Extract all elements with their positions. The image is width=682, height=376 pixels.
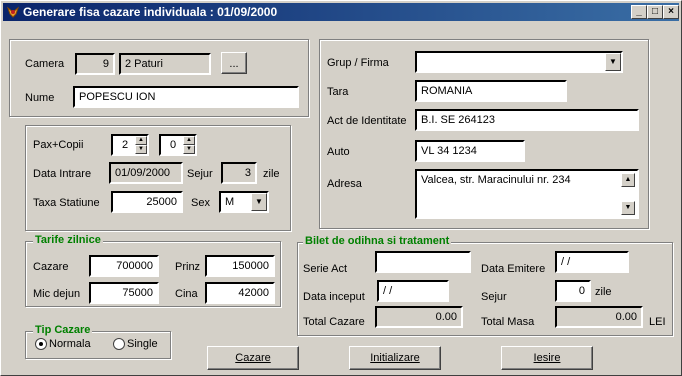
nume-field[interactable]: POPESCU ION <box>73 86 299 108</box>
mic-dejun-label: Mic dejun <box>33 288 81 300</box>
tara-field[interactable]: ROMANIA <box>415 80 567 102</box>
cazare-button[interactable]: Cazare <box>207 346 299 370</box>
grup-firma-label: Grup / Firma <box>327 57 389 69</box>
total-cazare-field: 0.00 <box>375 306 463 328</box>
app-icon <box>6 6 20 18</box>
cazare-rate-label: Cazare <box>33 261 69 273</box>
auto-field[interactable]: VL 34 1234 <box>415 140 525 162</box>
bilet-zile-label: zile <box>595 286 612 298</box>
prinz-label: Prinz <box>175 261 201 273</box>
bilet-sejur-label: Sejur <box>481 291 507 303</box>
grup-firma-select[interactable]: ▼ <box>415 51 623 73</box>
taxa-statiune-field[interactable]: 25000 <box>111 191 183 213</box>
spin-up-icon[interactable]: ▲ <box>183 136 195 145</box>
auto-label: Auto <box>327 146 350 158</box>
tara-label: Tara <box>327 86 349 98</box>
copii-spinner[interactable]: ▲ ▼ <box>183 136 195 154</box>
serie-act-field[interactable] <box>375 251 471 273</box>
bilet-title: Bilet de odihna si tratament <box>303 235 452 247</box>
camera-label: Camera <box>25 58 65 70</box>
act-identitate-field[interactable]: B.I. SE 264123 <box>415 109 639 131</box>
zile-label: zile <box>263 168 280 180</box>
window-title: Generare fisa cazare individuala : 01/09… <box>23 5 278 19</box>
normala-label[interactable]: Normala <box>49 337 91 351</box>
total-cazare-label: Total Cazare <box>303 316 365 328</box>
data-inceput-label: Data inceput <box>303 291 365 303</box>
tarife-title: Tarife zilnice <box>33 234 103 246</box>
iesire-button-label: Iesire <box>533 352 561 364</box>
taxa-statiune-label: Taxa Statiune <box>33 197 100 209</box>
sejur-field: 3 <box>221 162 257 184</box>
minimize-icon[interactable]: _ <box>631 5 647 19</box>
adresa-value: Valcea, str. Maracinului nr. 234 <box>421 174 571 186</box>
data-intrare-field: 01/09/2000 <box>109 162 183 184</box>
scroll-up-icon[interactable]: ▲ <box>621 173 635 187</box>
iesire-button[interactable]: Iesire <box>501 346 593 370</box>
browse-room-button[interactable]: ... <box>221 52 247 74</box>
lei-label: LEI <box>649 316 666 328</box>
pax-spinner[interactable]: ▲ ▼ <box>135 136 147 154</box>
act-identitate-label: Act de Identitate <box>327 115 407 127</box>
single-radio[interactable] <box>113 338 125 350</box>
cazare-button-label: Cazare <box>235 352 271 364</box>
camera-number-field: 9 <box>75 53 115 75</box>
adresa-field[interactable]: Valcea, str. Maracinului nr. 234 ▲ ▼ <box>415 169 639 219</box>
radio-selected-dot <box>39 342 43 346</box>
sex-value: M <box>225 196 235 208</box>
chevron-down-icon[interactable]: ▼ <box>605 53 621 71</box>
mic-dejun-field[interactable]: 75000 <box>89 282 159 304</box>
initializare-button-label: Initializare <box>370 352 420 364</box>
single-label[interactable]: Single <box>127 337 158 351</box>
cazare-rate-field[interactable]: 700000 <box>89 255 159 277</box>
tip-cazare-title: Tip Cazare <box>33 324 93 336</box>
spin-down-icon[interactable]: ▼ <box>183 145 195 154</box>
maximize-icon[interactable]: □ <box>647 5 663 19</box>
total-masa-field: 0.00 <box>555 306 643 328</box>
serie-act-label: Serie Act <box>303 263 348 275</box>
adresa-label: Adresa <box>327 178 362 190</box>
data-intrare-label: Data Intrare <box>33 168 92 180</box>
initializare-button[interactable]: Initializare <box>349 346 441 370</box>
total-masa-label: Total Masa <box>481 316 535 328</box>
sex-label: Sex <box>191 197 210 209</box>
main-window: Generare fisa cazare individuala : 01/09… <box>0 0 682 376</box>
cina-label: Cina <box>175 288 198 300</box>
prinz-field[interactable]: 150000 <box>205 255 275 277</box>
cina-field[interactable]: 42000 <box>205 282 275 304</box>
sejur-label: Sejur <box>187 168 213 180</box>
close-icon[interactable]: × <box>663 5 679 19</box>
normala-radio[interactable] <box>35 338 47 350</box>
pax-label: Pax+Copii <box>33 139 84 151</box>
chevron-down-icon[interactable]: ▼ <box>251 193 267 211</box>
spin-down-icon[interactable]: ▼ <box>135 145 147 154</box>
adresa-scrollbar[interactable]: ▲ ▼ <box>621 173 635 215</box>
data-emitere-field[interactable]: / / <box>555 251 629 273</box>
nume-label: Nume <box>25 92 55 104</box>
data-inceput-field[interactable]: / / <box>377 280 449 302</box>
scroll-down-icon[interactable]: ▼ <box>621 201 635 215</box>
data-emitere-label: Data Emitere <box>481 263 546 275</box>
spin-up-icon[interactable]: ▲ <box>135 136 147 145</box>
bilet-sejur-field[interactable]: 0 <box>555 280 591 302</box>
title-bar[interactable]: Generare fisa cazare individuala : 01/09… <box>3 3 679 21</box>
room-type-field: 2 Paturi <box>119 53 211 75</box>
sex-select[interactable]: M ▼ <box>219 191 269 213</box>
